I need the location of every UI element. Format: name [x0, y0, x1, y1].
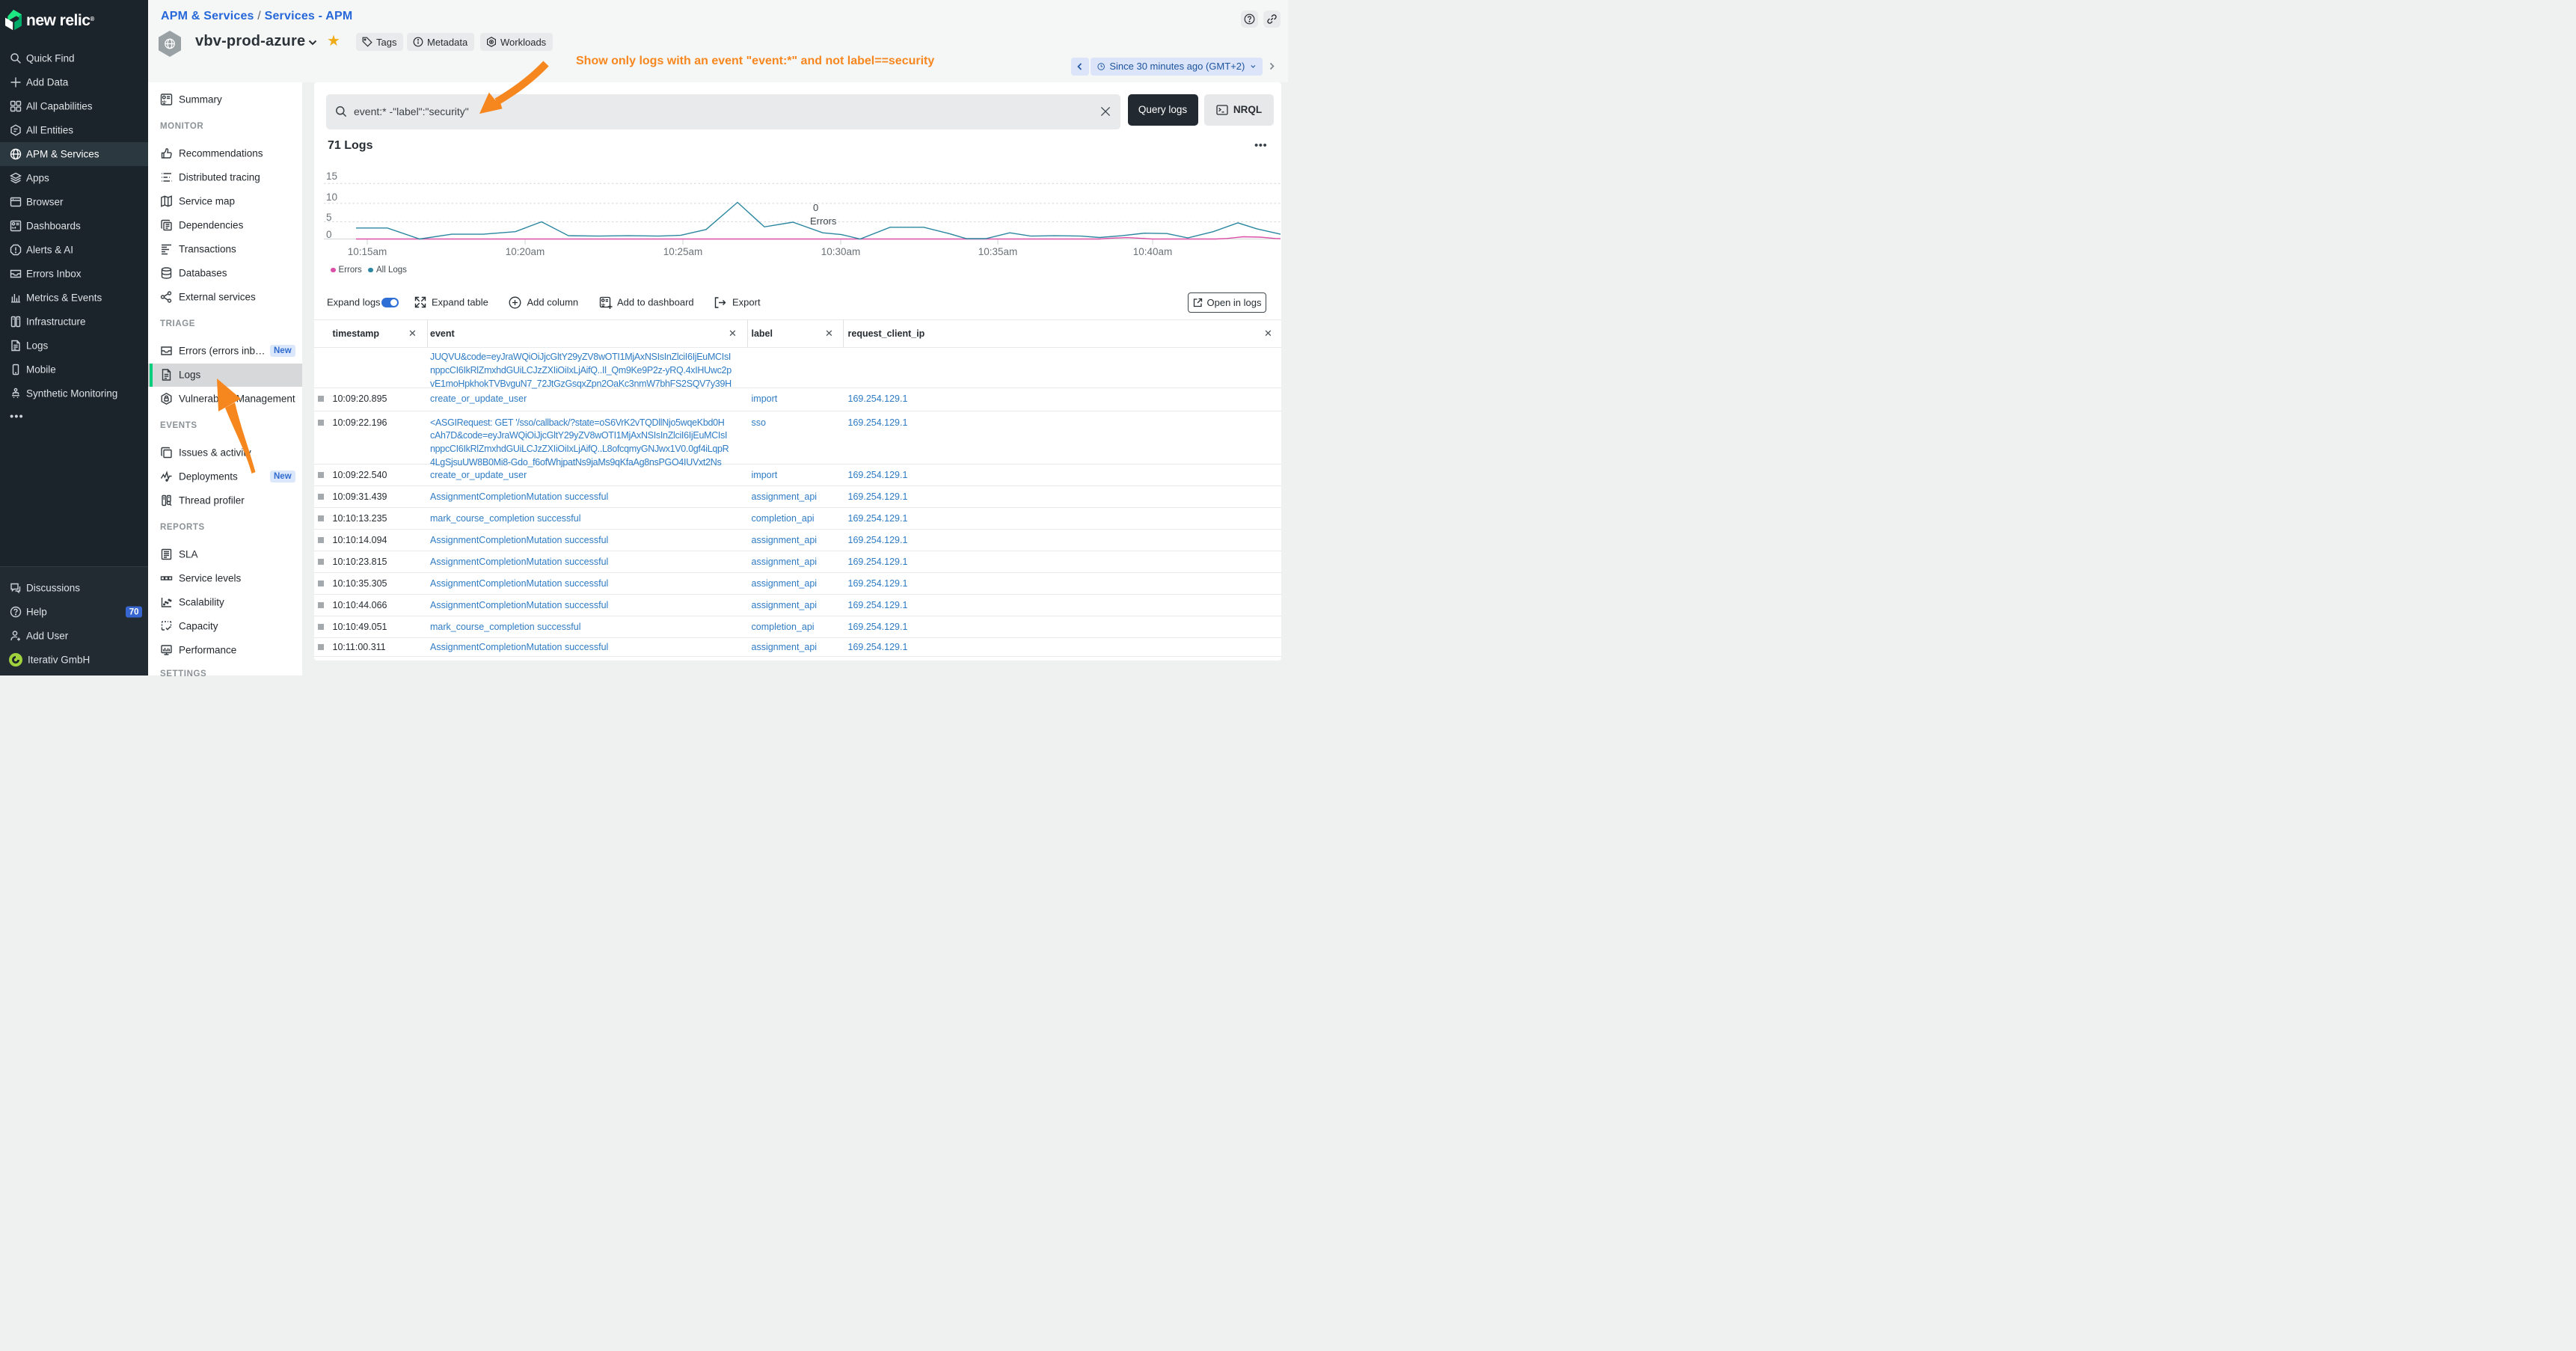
svg-text:Errors: Errors — [810, 215, 837, 227]
svg-text:5: 5 — [326, 212, 332, 223]
svg-text:10:40am: 10:40am — [1133, 246, 1173, 257]
svg-text:10:25am: 10:25am — [663, 246, 703, 257]
svg-text:10:20am: 10:20am — [506, 246, 545, 257]
svg-text:15: 15 — [326, 171, 337, 182]
svg-text:10:30am: 10:30am — [821, 246, 861, 257]
svg-text:10:35am: 10:35am — [978, 246, 1018, 257]
svg-text:0: 0 — [326, 229, 332, 240]
svg-text:10: 10 — [326, 192, 337, 203]
svg-text:0: 0 — [813, 202, 818, 213]
svg-text:10:15am: 10:15am — [348, 246, 387, 257]
